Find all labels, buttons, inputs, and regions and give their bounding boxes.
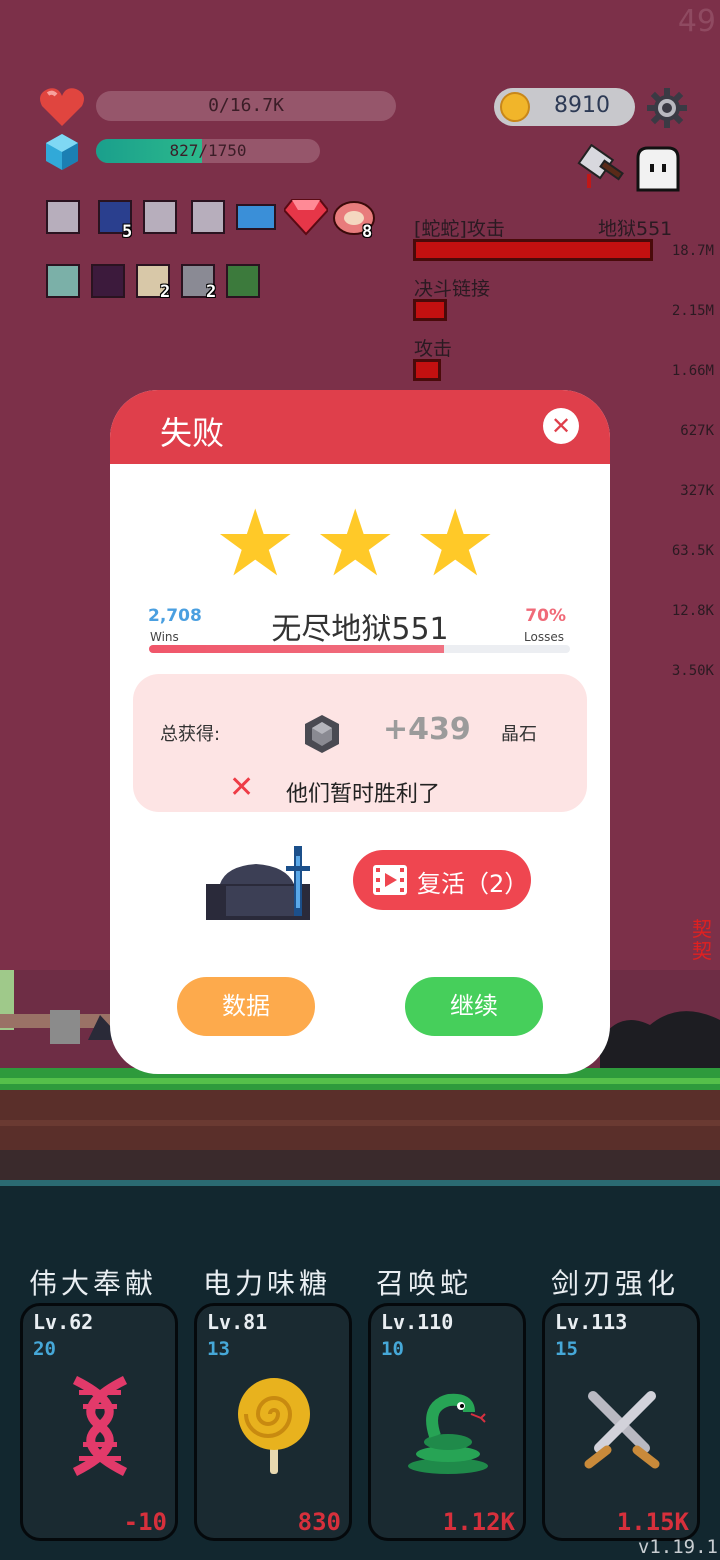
crystal-icon [46, 134, 78, 170]
ruby-gem-icon[interactable] [284, 198, 328, 236]
crossed-swords-icon [584, 1391, 660, 1469]
clover-tile-icon[interactable] [226, 264, 260, 298]
skill-count: 15 [555, 1338, 578, 1360]
skill-level: Lv.113 [555, 1310, 628, 1334]
combat-row-label: 决斗链接 [414, 278, 491, 300]
version-label: v1.19.1 [637, 1536, 718, 1558]
item-count: 2 [206, 282, 217, 302]
win-loss-fill [149, 645, 444, 653]
losses-label: Losses [524, 630, 564, 644]
xp-bar: 827/1750 [96, 139, 320, 163]
reward-label: 总获得: [160, 724, 221, 745]
skill-value: 1.12K [442, 1508, 515, 1536]
lightbulb-tile-icon[interactable] [46, 264, 80, 298]
continue-button[interactable]: 继续 [405, 977, 543, 1036]
damage-bar [413, 299, 447, 321]
close-icon: ✕ [550, 412, 572, 440]
scroll-ribbon-icon[interactable] [46, 200, 80, 234]
skill-value: 830 [297, 1508, 341, 1536]
edge-text: 契 契 [692, 918, 720, 962]
damage-value: 12.8K [671, 603, 714, 619]
star-icon: ★ [414, 490, 497, 597]
data-button[interactable]: 数据 [177, 977, 315, 1036]
skill-card[interactable]: Lv.62 20 -10 [20, 1303, 178, 1541]
combat-target: 地狱551 [598, 218, 673, 240]
settings-gear-icon[interactable] [647, 88, 687, 128]
combat-row-label: 攻击 [414, 338, 453, 360]
damage-value: 327K [680, 483, 714, 499]
damage-bar [413, 359, 441, 381]
dna-icon [72, 1376, 128, 1476]
heart-icon [40, 88, 84, 126]
panel-divider [0, 1180, 720, 1186]
inventory-row-1: 5 8 [46, 198, 386, 246]
cleaver-icon [577, 144, 624, 188]
damage-value: 3.50K [671, 663, 714, 679]
scroll-ribbon-icon[interactable] [191, 200, 225, 234]
coin-value: 8910 [554, 93, 610, 118]
skill-name: 剑刃强化 [550, 1267, 679, 1300]
skill-card[interactable]: Lv.110 10 1.12K [368, 1303, 526, 1541]
coin-counter: 8910 [494, 88, 635, 126]
cross-icon: ✕ [229, 770, 255, 805]
damage-value: 627K [680, 423, 714, 439]
star-card-icon[interactable] [236, 204, 276, 230]
hp-bar: 0/16.7K [96, 91, 396, 121]
reward-amount: +439 [383, 712, 471, 747]
item-count: 5 [122, 222, 133, 242]
skill-name: 电力味糖 [202, 1267, 331, 1300]
reward-unit: 晶石 [501, 724, 537, 745]
defeat-dialog: 失败 ✕ ★ ★ ★ 2,708 Wins 无尽地狱551 70% Losses… [110, 390, 610, 1074]
skill-card[interactable]: Lv.81 13 830 [194, 1303, 352, 1541]
skill-name: 伟大奉献 [28, 1267, 157, 1300]
skill-count: 20 [33, 1338, 56, 1360]
star-icon: ★ [214, 490, 297, 597]
xp-current: 827 [169, 141, 199, 160]
skill-card[interactable]: Lv.113 15 1.15K [542, 1303, 700, 1541]
damage-value: 1.66M [671, 363, 714, 379]
revive-label: 复活（2） [417, 870, 529, 898]
damage-bar [413, 239, 653, 261]
combat-attacker: [蛇蛇]攻击 [414, 218, 505, 240]
skill-name: 召唤蛇 [375, 1267, 472, 1300]
skill-level: Lv.62 [33, 1310, 94, 1334]
edge-char: 契 [692, 918, 712, 941]
ghost-icon [636, 146, 680, 192]
corner-counter: 49 [677, 4, 716, 39]
coin-icon [500, 92, 530, 122]
losses-value: 70% [525, 606, 566, 626]
xp-max: /1750 [198, 141, 247, 160]
item-count: 8 [362, 222, 373, 242]
skill-count: 13 [207, 1338, 230, 1360]
gem-crystal-icon [305, 715, 339, 753]
win-loss-bar [149, 645, 570, 653]
lollipop-icon [238, 1378, 310, 1474]
defeat-message: 他们暂时胜利了 [286, 782, 441, 807]
snake-icon [408, 1393, 488, 1474]
star-icon: ★ [314, 490, 397, 597]
revive-button[interactable]: 复活（2） [353, 850, 531, 910]
damage-value: 63.5K [671, 543, 714, 559]
skill-level: Lv.110 [381, 1310, 454, 1334]
item-count: 2 [160, 282, 171, 302]
tombstone-sword-icon [206, 846, 310, 920]
close-button[interactable]: ✕ [543, 408, 579, 444]
damage-value: 18.7M [671, 243, 714, 259]
dialog-header: 失败 ✕ [110, 390, 610, 464]
dialog-title: 失败 [160, 414, 225, 452]
inventory-row-2: 2 2 [46, 262, 266, 304]
skill-level: Lv.81 [207, 1310, 268, 1334]
scroll-ribbon-icon[interactable] [143, 200, 177, 234]
edge-char: 契 [692, 939, 712, 962]
damage-value: 2.15M [671, 303, 714, 319]
skill-count: 10 [381, 1338, 404, 1360]
reward-panel: 总获得: +439 晶石 ✕ 他们暂时胜利了 [133, 674, 587, 812]
skill-value: -10 [123, 1508, 167, 1536]
skill-value: 1.15K [616, 1508, 689, 1536]
demon-tile-icon[interactable] [91, 264, 125, 298]
hp-text: 0/16.7K [208, 95, 284, 116]
video-icon [373, 865, 407, 895]
